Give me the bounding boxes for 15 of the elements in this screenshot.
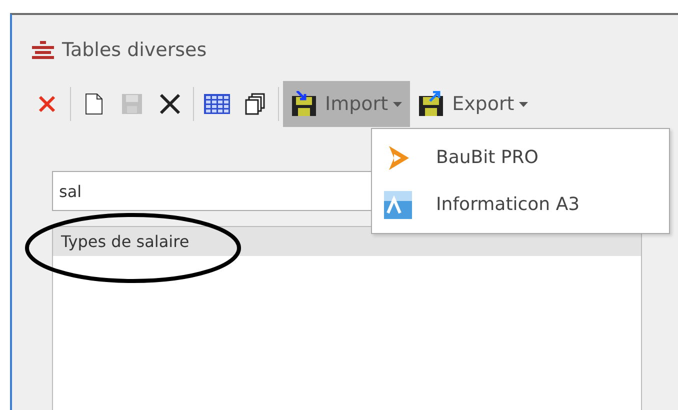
window-title: Tables diverses (62, 39, 207, 61)
caret-icon (519, 102, 528, 106)
table-icon (204, 94, 230, 114)
import-menu-button[interactable]: Import (283, 81, 410, 127)
a3-logo-icon (384, 190, 412, 218)
delete-icon (159, 93, 181, 115)
floppy-arrow-in-icon (291, 91, 317, 117)
copy-icon (244, 93, 266, 115)
caret-icon (393, 102, 402, 106)
bricks-icon (32, 41, 54, 59)
save-icon (121, 93, 143, 115)
new-document-icon (85, 93, 103, 115)
cancel-icon (37, 94, 57, 114)
floppy-arrow-out-icon (418, 91, 444, 117)
export-menu-button[interactable]: Export (410, 81, 536, 127)
